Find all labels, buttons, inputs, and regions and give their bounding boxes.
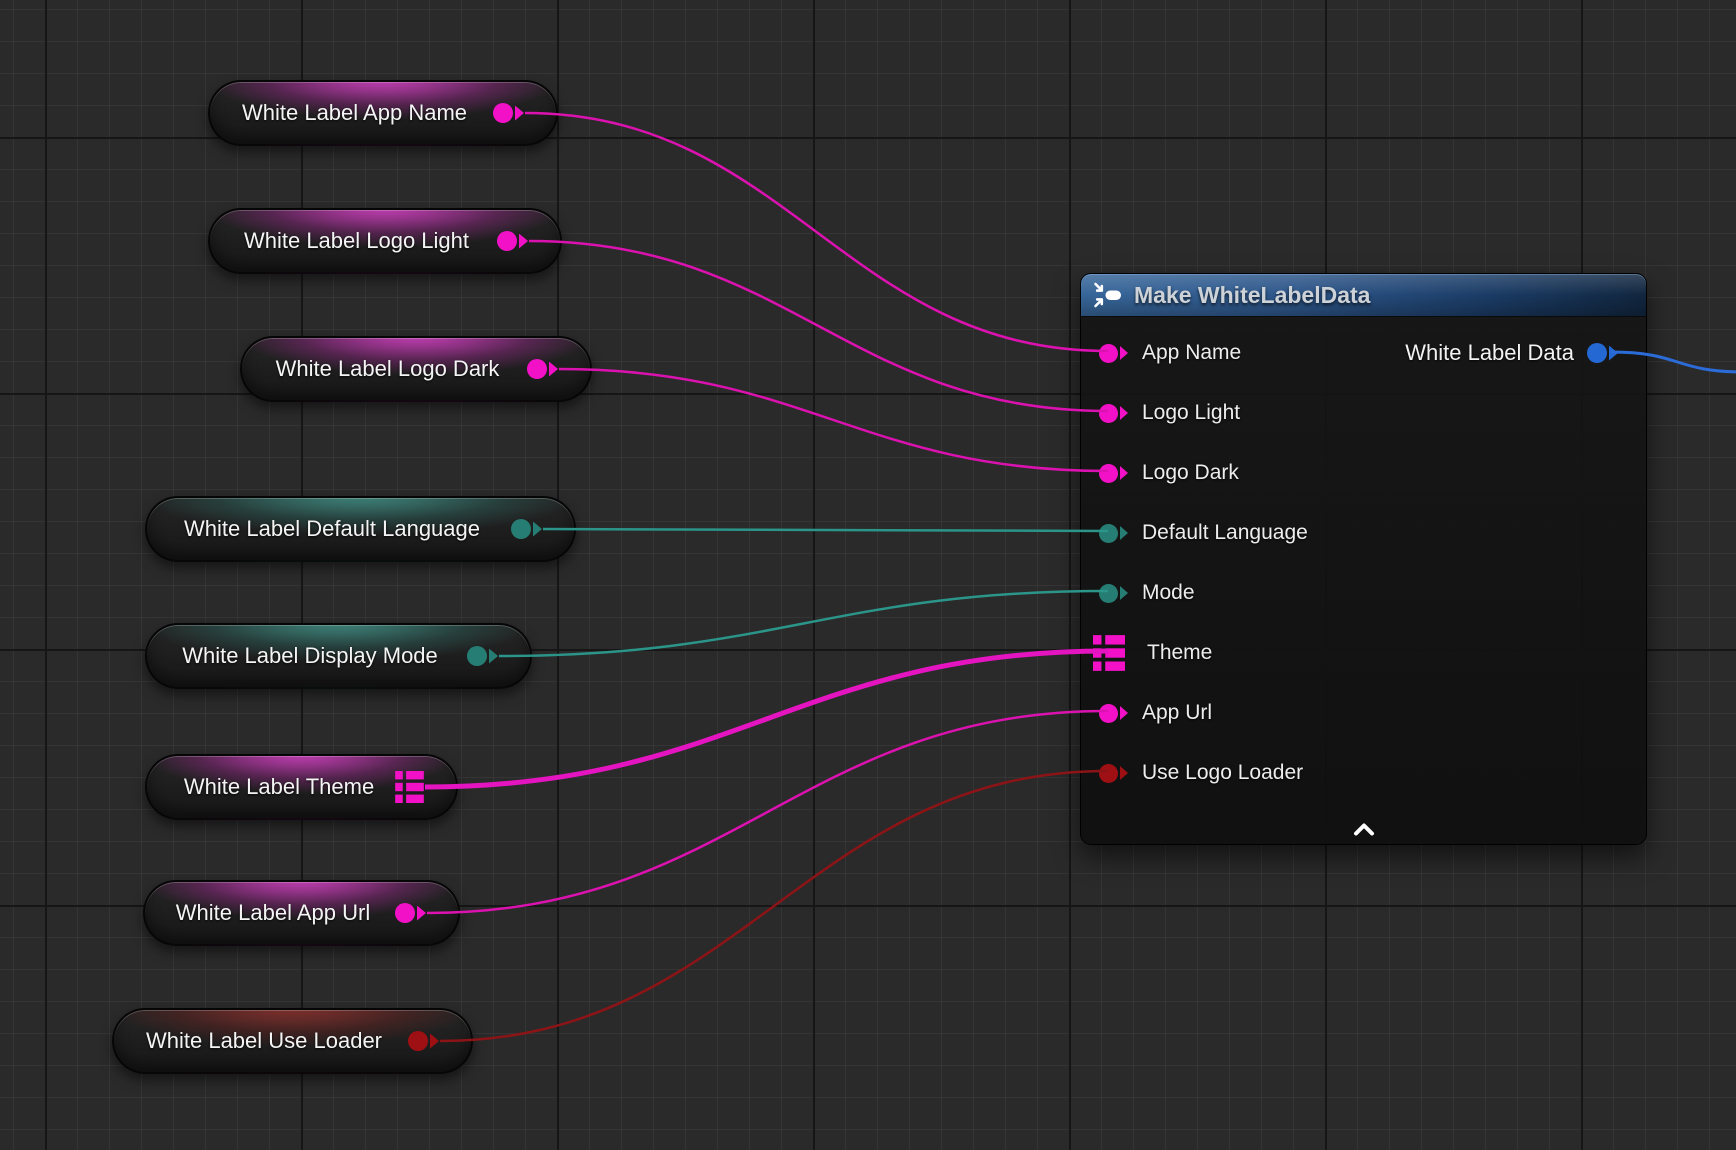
make-node-header[interactable]: Make WhiteLabelData bbox=[1081, 274, 1646, 317]
variable-getter-node[interactable]: White Label App Url bbox=[143, 880, 460, 946]
variable-getter-label: White Label Logo Dark bbox=[258, 358, 517, 380]
getter-pin-wrap bbox=[385, 903, 426, 923]
output-pin[interactable] bbox=[395, 903, 415, 923]
input-pin-label: Theme bbox=[1147, 641, 1212, 665]
output-pin-arrow bbox=[1609, 346, 1618, 361]
output-pin[interactable] bbox=[497, 231, 517, 251]
input-pin[interactable] bbox=[1099, 404, 1118, 423]
variable-getter-node[interactable]: White Label App Name bbox=[208, 80, 558, 146]
input-pin-row: App Url bbox=[1081, 683, 1646, 743]
output-pin-arrow bbox=[519, 234, 528, 249]
input-pin-row: Mode bbox=[1081, 563, 1646, 623]
input-pin-row: Default Language bbox=[1081, 503, 1646, 563]
variable-getter-node[interactable]: White Label Theme bbox=[145, 754, 458, 820]
variable-getter-label: White Label Display Mode bbox=[163, 645, 457, 667]
output-pin[interactable] bbox=[527, 359, 547, 379]
input-pin-row: Logo Light bbox=[1081, 383, 1646, 443]
input-pin-row: Logo Dark bbox=[1081, 443, 1646, 503]
variable-getter-label: White Label App Name bbox=[226, 102, 483, 124]
input-pin-row: Use Logo Loader bbox=[1081, 743, 1646, 803]
input-pin-arrow bbox=[1120, 586, 1128, 600]
input-pin-label: App Name bbox=[1142, 341, 1241, 365]
input-pin[interactable] bbox=[1099, 764, 1118, 783]
output-pin[interactable] bbox=[511, 519, 531, 539]
output-pin[interactable] bbox=[408, 1031, 428, 1051]
input-pin[interactable] bbox=[1099, 524, 1118, 543]
output-pin-arrow bbox=[515, 106, 524, 121]
input-pin-arrow bbox=[1120, 466, 1128, 480]
variable-getter-node[interactable]: White Label Logo Light bbox=[208, 208, 562, 274]
input-pin[interactable] bbox=[1099, 584, 1118, 603]
chevron-up-icon bbox=[1353, 823, 1375, 836]
input-pin-arrow bbox=[1120, 526, 1128, 540]
output-pin[interactable] bbox=[467, 646, 487, 666]
input-pin-arrow bbox=[1120, 406, 1128, 420]
variable-getter-label: White Label Use Loader bbox=[130, 1030, 398, 1052]
variable-getter-label: White Label Default Language bbox=[163, 518, 501, 540]
output-pin-arrow bbox=[489, 649, 498, 664]
variable-getter-node[interactable]: White Label Display Mode bbox=[145, 623, 532, 689]
input-pin-arrow bbox=[1120, 346, 1128, 360]
output-pin-arrow bbox=[417, 906, 426, 921]
blueprint-graph-canvas[interactable]: White Label App Name White Label Logo Lig… bbox=[0, 0, 1736, 1150]
output-pin-arrow bbox=[430, 1034, 439, 1049]
input-pin-arrow bbox=[1120, 706, 1128, 720]
variable-getter-node[interactable]: White Label Default Language bbox=[145, 496, 576, 562]
getter-pin-wrap bbox=[487, 231, 528, 251]
input-pin-label: Use Logo Loader bbox=[1142, 761, 1303, 785]
output-pin-arrow bbox=[533, 522, 542, 537]
struct-pin-icon[interactable] bbox=[395, 771, 424, 803]
input-pin-row: Theme bbox=[1081, 623, 1646, 683]
input-pin[interactable] bbox=[1099, 344, 1118, 363]
input-pin[interactable] bbox=[1099, 464, 1118, 483]
output-pin-row: White Label Data bbox=[1405, 338, 1618, 368]
output-pin-arrow bbox=[549, 362, 558, 377]
getter-pin-wrap bbox=[483, 103, 524, 123]
variable-getter-node[interactable]: White Label Use Loader bbox=[112, 1008, 473, 1074]
make-node-title: Make WhiteLabelData bbox=[1134, 284, 1370, 307]
node-layer: White Label App Name White Label Logo Lig… bbox=[0, 0, 1736, 1150]
variable-getter-label: White Label Logo Light bbox=[226, 230, 487, 252]
struct-pin-icon[interactable] bbox=[1093, 635, 1125, 671]
make-struct-icon bbox=[1093, 282, 1123, 308]
input-pin-arrow bbox=[1120, 766, 1128, 780]
input-pin-label: Default Language bbox=[1142, 521, 1308, 545]
variable-getter-node[interactable]: White Label Logo Dark bbox=[240, 336, 592, 402]
getter-pin-wrap bbox=[395, 771, 424, 803]
output-pin-label: White Label Data bbox=[1405, 340, 1574, 366]
output-pin[interactable] bbox=[1587, 343, 1607, 363]
input-pin-label: Mode bbox=[1142, 581, 1195, 605]
input-pin-label: App Url bbox=[1142, 701, 1212, 725]
variable-getter-label: White Label App Url bbox=[161, 902, 385, 924]
collapse-node-button[interactable] bbox=[1347, 821, 1381, 838]
variable-getter-label: White Label Theme bbox=[163, 776, 395, 798]
make-struct-node[interactable]: Make WhiteLabelData App Name Logo Light Lo… bbox=[1080, 273, 1647, 845]
getter-pin-wrap bbox=[517, 359, 558, 379]
getter-pin-wrap bbox=[398, 1031, 439, 1051]
input-pin-label: Logo Light bbox=[1142, 401, 1240, 425]
getter-pin-wrap bbox=[457, 646, 498, 666]
getter-pin-wrap bbox=[501, 519, 542, 539]
input-pin-label: Logo Dark bbox=[1142, 461, 1239, 485]
input-pin[interactable] bbox=[1099, 704, 1118, 723]
output-pin[interactable] bbox=[493, 103, 513, 123]
